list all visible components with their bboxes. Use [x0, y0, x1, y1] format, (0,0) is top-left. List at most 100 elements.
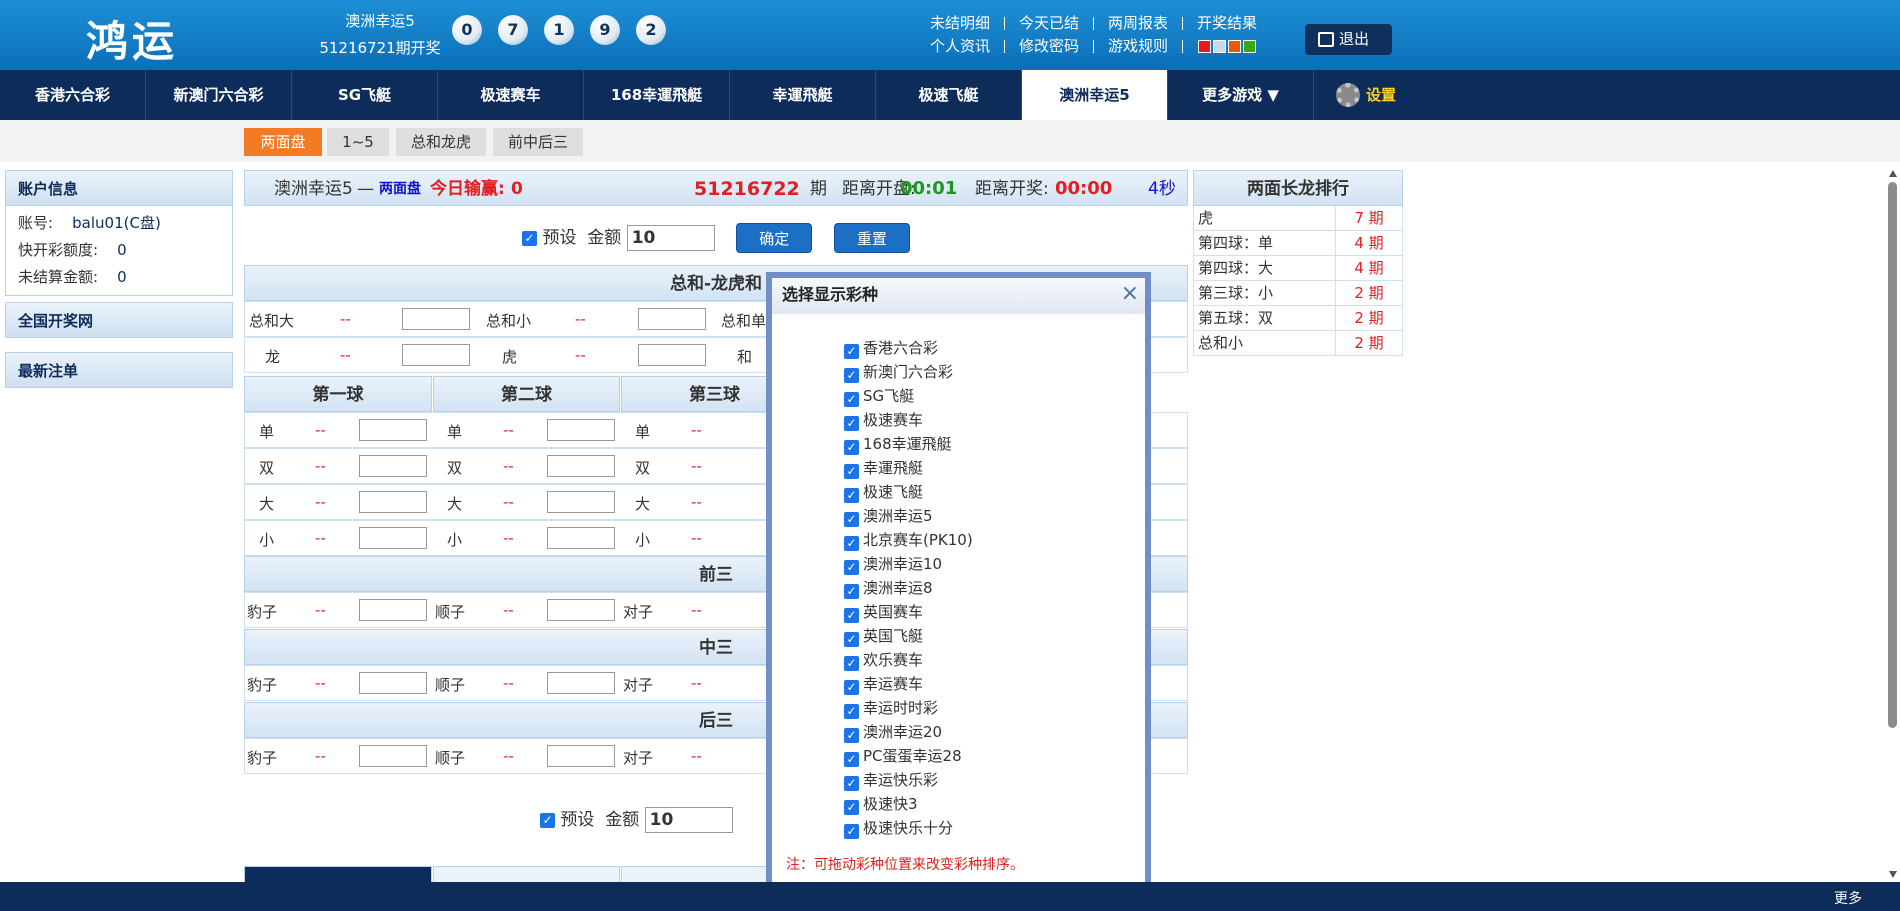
theme-swatch-orange[interactable] [1228, 40, 1242, 53]
bet-amount-input[interactable] [359, 455, 427, 477]
game-option-checkbox[interactable]: ✓ [844, 608, 859, 623]
amount-input[interactable]: 10 [626, 225, 715, 251]
game-option[interactable]: ✓ 英国飞艇 [844, 626, 923, 647]
tab-two-sides[interactable]: 两面盘 [244, 128, 322, 156]
game-option[interactable]: ✓ 澳洲幸运5 [844, 506, 933, 527]
game-option-checkbox[interactable]: ✓ [844, 704, 859, 719]
tab-sum-dragon-tiger[interactable]: 总和龙虎 [396, 128, 486, 156]
game-option-checkbox[interactable]: ✓ [844, 776, 859, 791]
settings-button[interactable]: 设置 [1314, 70, 1434, 120]
game-option-checkbox[interactable]: ✓ [844, 800, 859, 815]
link-two-week-report[interactable]: 两周报表 [1108, 12, 1168, 35]
bet-amount-input[interactable] [547, 599, 615, 621]
nav-item-sg-airship[interactable]: SG飞艇 [292, 70, 438, 120]
confirm-button[interactable]: 确定 [736, 223, 813, 253]
game-option-checkbox[interactable]: ✓ [844, 344, 859, 359]
theme-swatch-blue[interactable] [1213, 40, 1227, 53]
link-change-password[interactable]: 修改密码 [1019, 35, 1079, 58]
preset-checkbox[interactable]: ✓ [522, 230, 538, 246]
logout-button[interactable]: 退出 [1305, 24, 1392, 55]
reset-button[interactable]: 重置 [833, 223, 910, 253]
game-option-checkbox[interactable]: ✓ [844, 368, 859, 383]
preset-checkbox[interactable]: ✓ [540, 812, 555, 828]
game-option-checkbox[interactable]: ✓ [844, 632, 859, 647]
nav-item-more-games[interactable]: 更多游戏 ▼ [1168, 70, 1314, 120]
nav-item-speed-airship[interactable]: 极速飞艇 [876, 70, 1022, 120]
game-option-checkbox[interactable]: ✓ [844, 824, 859, 839]
link-profile[interactable]: 个人资讯 [930, 35, 990, 58]
game-option-checkbox[interactable]: ✓ [844, 536, 859, 551]
game-option[interactable]: ✓ 极速快乐十分 [844, 818, 953, 839]
page-scrollbar[interactable] [1886, 170, 1900, 882]
scroll-down-icon[interactable] [1889, 871, 1897, 878]
bet-amount-input[interactable] [359, 745, 427, 767]
game-option-checkbox[interactable]: ✓ [844, 440, 859, 455]
game-option[interactable]: ✓ 幸運飛艇 [844, 458, 923, 479]
bet-amount-input[interactable] [359, 491, 427, 513]
nav-item-hk-mark-six[interactable]: 香港六合彩 [0, 70, 146, 120]
game-option[interactable]: ✓ PC蛋蛋幸运28 [844, 746, 962, 767]
game-option-checkbox[interactable]: ✓ [844, 728, 859, 743]
bet-amount-input[interactable] [547, 491, 615, 513]
game-option[interactable]: ✓ 澳洲幸运20 [844, 722, 942, 743]
game-option[interactable]: ✓ 澳洲幸运10 [844, 554, 942, 575]
bet-amount-input[interactable] [547, 455, 615, 477]
amount-input[interactable]: 10 [644, 807, 733, 833]
nav-item-speed-racing[interactable]: 极速赛车 [438, 70, 584, 120]
footer-more-link[interactable]: 更多 [1834, 888, 1862, 908]
link-today-settled[interactable]: 今天已结 [1019, 12, 1079, 35]
game-option[interactable]: ✓ 英国赛车 [844, 602, 923, 623]
bet-amount-input[interactable] [547, 745, 615, 767]
game-option[interactable]: ✓ 极速赛车 [844, 410, 923, 431]
tab-front-mid-back[interactable]: 前中后三 [493, 128, 583, 156]
nav-item-aus-lucky-5[interactable]: 澳洲幸运5 [1022, 70, 1168, 120]
scroll-up-icon[interactable] [1889, 170, 1897, 177]
game-option[interactable]: ✓ 欢乐赛车 [844, 650, 923, 671]
game-option[interactable]: ✓ 北京赛车(PK10) [844, 530, 973, 551]
game-option[interactable]: ✓ 幸运时时彩 [844, 698, 938, 719]
nav-item-168-lucky-airship[interactable]: 168幸運飛艇 [584, 70, 730, 120]
link-draw-results[interactable]: 开奖结果 [1197, 12, 1257, 35]
game-option-checkbox[interactable]: ✓ [844, 680, 859, 695]
game-option-checkbox[interactable]: ✓ [844, 512, 859, 527]
game-option[interactable]: ✓ 澳洲幸运8 [844, 578, 933, 599]
game-option-checkbox[interactable]: ✓ [844, 560, 859, 575]
game-option-checkbox[interactable]: ✓ [844, 584, 859, 599]
bet-amount-input[interactable] [547, 672, 615, 694]
bet-amount-input[interactable] [638, 308, 706, 330]
game-option-checkbox[interactable]: ✓ [844, 656, 859, 671]
link-latest-bets[interactable]: 最新注单 [5, 352, 233, 388]
link-unsettled[interactable]: 未结明细 [930, 12, 990, 35]
theme-swatch-red[interactable] [1198, 40, 1212, 53]
bet-amount-input[interactable] [547, 527, 615, 549]
bet-amount-input[interactable] [359, 419, 427, 441]
game-option[interactable]: ✓ 幸运快乐彩 [844, 770, 938, 791]
close-icon[interactable]: × [1121, 283, 1139, 305]
game-option[interactable]: ✓ 香港六合彩 [844, 338, 938, 359]
theme-swatch-green[interactable] [1243, 40, 1257, 53]
link-game-rules[interactable]: 游戏规则 [1108, 35, 1168, 58]
bet-amount-input[interactable] [547, 419, 615, 441]
game-option[interactable]: ✓ 极速飞艇 [844, 482, 923, 503]
game-option-checkbox[interactable]: ✓ [844, 488, 859, 503]
game-option-checkbox[interactable]: ✓ [844, 416, 859, 431]
bet-amount-input[interactable] [638, 344, 706, 366]
bet-amount-input[interactable] [402, 344, 470, 366]
link-national-draw-site[interactable]: 全国开奖网 [5, 302, 233, 338]
game-option-checkbox[interactable]: ✓ [844, 392, 859, 407]
nav-item-new-macau-mark-six[interactable]: 新澳门六合彩 [146, 70, 292, 120]
bet-amount-input[interactable] [359, 599, 427, 621]
bet-amount-input[interactable] [359, 672, 427, 694]
tab-1-to-5[interactable]: 1~5 [327, 128, 389, 156]
game-option-checkbox[interactable]: ✓ [844, 752, 859, 767]
game-option[interactable]: ✓ 168幸運飛艇 [844, 434, 952, 455]
game-option-checkbox[interactable]: ✓ [844, 464, 859, 479]
game-option[interactable]: ✓ 新澳门六合彩 [844, 362, 953, 383]
bet-amount-input[interactable] [402, 308, 470, 330]
game-option[interactable]: ✓ 幸运赛车 [844, 674, 923, 695]
game-option[interactable]: ✓ SG飞艇 [844, 386, 914, 407]
game-option[interactable]: ✓ 极速快3 [844, 794, 918, 815]
nav-item-lucky-airship[interactable]: 幸運飛艇 [730, 70, 876, 120]
scroll-thumb[interactable] [1888, 182, 1897, 728]
bet-amount-input[interactable] [359, 527, 427, 549]
